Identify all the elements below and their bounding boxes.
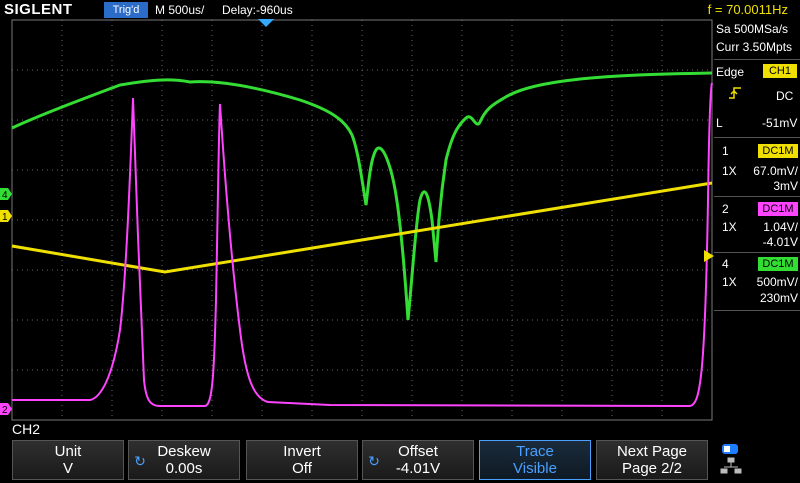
svg-text:1: 1 (2, 212, 8, 223)
offset-softkey[interactable]: ↻ Offset -4.01V (362, 440, 474, 480)
trace-softkey[interactable]: Trace Visible (479, 440, 591, 480)
divider (714, 196, 800, 197)
ch4-scale: 500mV/ (756, 275, 798, 289)
graticule (12, 20, 712, 420)
trigger-coupling: DC (776, 89, 794, 103)
waveform-display[interactable]: 4 1 2 (0, 0, 800, 480)
softkey-value: V (62, 460, 73, 477)
ch1-number: 1 (722, 144, 729, 158)
invert-softkey[interactable]: Invert Off (246, 440, 358, 480)
ch1-coupling: DC1M (758, 144, 798, 158)
ch1-info-panel[interactable]: 1 DC1M 1X 67.0mV/ 3mV (714, 140, 800, 194)
ch2-offset: -4.01V (762, 235, 798, 249)
knob-icon: ↻ (368, 453, 380, 469)
softkey-value: Page 2/2 (621, 460, 683, 477)
status-icons (720, 442, 742, 478)
softkey-value: Visible (513, 460, 557, 477)
knob-icon: ↻ (134, 453, 146, 469)
sample-rate: Sa 500MSa/s (716, 22, 789, 36)
ch4-offset: 230mV (759, 291, 798, 305)
ch4-coupling: DC1M (758, 257, 798, 271)
softkey-value: Off (292, 460, 312, 477)
trigger-position-marker (258, 19, 274, 27)
softkey-label: Unit (54, 443, 82, 460)
svg-text:4: 4 (2, 190, 8, 201)
ch4-probe: 1X (722, 275, 737, 289)
divider (714, 137, 800, 138)
svg-text:2: 2 (2, 405, 8, 416)
ch1-waveform (11, 181, 713, 274)
ch4-number: 4 (722, 257, 729, 271)
ch2-coupling: DC1M (758, 202, 798, 216)
memory-depth: Curr 3.50Mpts (716, 40, 793, 54)
ch1-probe: 1X (722, 164, 737, 178)
ch2-scale: 1.04V/ (763, 220, 798, 234)
trigger-level-prefix: L (716, 116, 723, 130)
softkey-label: Next Page (616, 443, 688, 460)
softkey-label: Invert (283, 443, 321, 460)
unit-softkey[interactable]: Unit V (12, 440, 124, 480)
trigger-level: -51mV (762, 116, 798, 130)
network-icon (720, 457, 742, 474)
ch2-info-panel[interactable]: 2 DC1M 1X 1.04V/ -4.01V (714, 198, 800, 252)
ch1-offset: 3mV (773, 179, 798, 193)
next-page-softkey[interactable]: Next Page Page 2/2 (596, 440, 708, 480)
softkey-label: Trace (516, 443, 554, 460)
ch2-number: 2 (722, 202, 729, 216)
trigger-type[interactable]: Edge (716, 65, 744, 79)
deskew-softkey[interactable]: ↻ Deskew 0.00s (128, 440, 240, 480)
ch1-scale: 67.0mV/ (753, 164, 798, 178)
ch1-offset-marker: 1 (0, 210, 12, 223)
ch4-info-panel[interactable]: 4 DC1M 1X 500mV/ 230mV (714, 252, 800, 308)
divider (714, 59, 800, 60)
divider (714, 310, 800, 311)
ch2-waveform (12, 82, 713, 408)
ch4-offset-marker: 4 (0, 188, 12, 201)
ch2-offset-marker: 2 (0, 403, 12, 416)
rising-edge-icon (728, 86, 742, 100)
ch2-probe: 1X (722, 220, 737, 234)
menu-title: CH2 (12, 421, 41, 437)
trigger-source-badge[interactable]: CH1 (763, 64, 797, 78)
